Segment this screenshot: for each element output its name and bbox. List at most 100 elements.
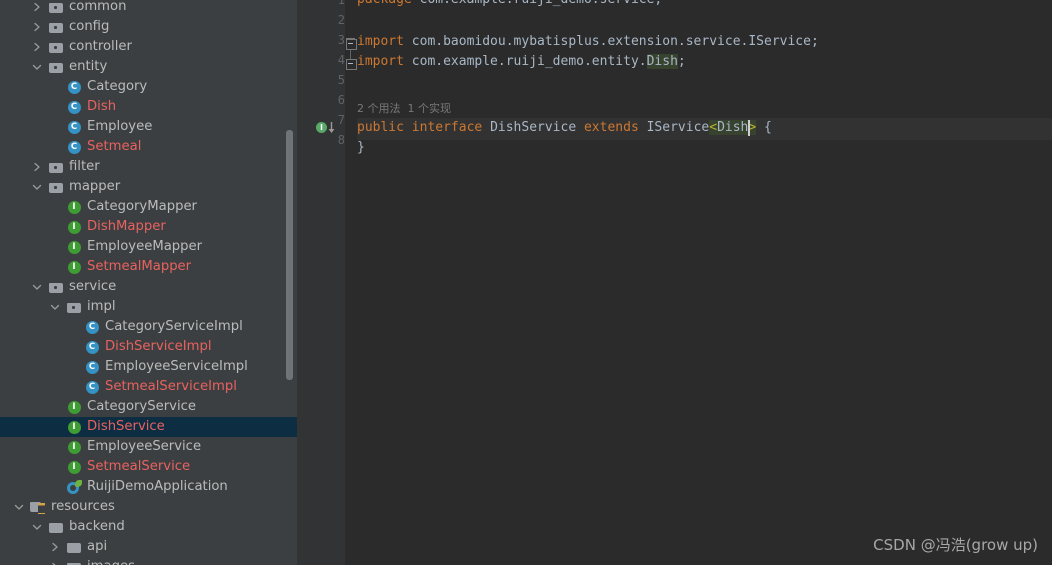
fold-collapse-icon-line4[interactable] (346, 59, 357, 70)
folder-icon (49, 522, 63, 533)
resource-root-folder-icon-wrap (30, 497, 46, 517)
tree-item-entity[interactable]: entity (0, 57, 297, 77)
tree-item-dishserviceimpl[interactable]: C DishServiceImpl (0, 337, 297, 357)
csdn-watermark: CSDN @冯浩(grow up) (873, 536, 1038, 554)
tree-item-setmealservice[interactable]: I SetmealService (0, 457, 297, 477)
fold-collapse-icon-line3[interactable] (346, 39, 357, 50)
tree-item-label: service (69, 279, 117, 294)
tree-item-filter[interactable]: filter (0, 157, 297, 177)
tree-item-dish[interactable]: C Dish (0, 97, 297, 117)
chevron-right-icon[interactable] (48, 537, 61, 557)
tree-item-label: Setmeal (87, 139, 142, 154)
tree-item-backend[interactable]: backend (0, 517, 297, 537)
tree-item-service[interactable]: service (0, 277, 297, 297)
java-interface-icon-wrap: I (66, 257, 82, 277)
tree-item-common[interactable]: common (0, 0, 297, 17)
tree-item-category[interactable]: C Category (0, 77, 297, 97)
tree-item-categorymapper[interactable]: I CategoryMapper (0, 197, 297, 217)
package-folder-icon (49, 22, 63, 33)
inlay-hint-usages[interactable]: 2 个用法 1 个实现 (357, 99, 451, 119)
editor-gutter[interactable]: 12345678 I (297, 0, 345, 565)
code-keyword-package: package (357, 0, 412, 7)
code-text-area[interactable]: package com.example.ruiji_demo.service; … (357, 0, 1052, 565)
tree-item-label: config (69, 19, 110, 34)
tree-item-label: RuijiDemoApplication (87, 479, 228, 494)
code-generic-open: < (709, 120, 718, 135)
line-number: 6 (337, 93, 345, 107)
tree-item-images[interactable]: images (0, 557, 297, 565)
chevron-down-icon[interactable] (48, 297, 61, 317)
tree-item-controller[interactable]: controller (0, 37, 297, 57)
chevron-down-icon[interactable] (12, 497, 25, 517)
java-class-icon: C (85, 340, 99, 354)
folder-icon-wrap (66, 537, 82, 557)
package-folder-icon (49, 182, 63, 193)
package-folder-icon (49, 162, 63, 173)
java-interface-icon: I (67, 400, 81, 414)
chevron-right-icon[interactable] (30, 157, 43, 177)
tree-item-ruijidemoapplication[interactable]: RuijiDemoApplication (0, 477, 297, 497)
tree-item-label: impl (87, 299, 116, 314)
tree-item-employeeserviceimpl[interactable]: C EmployeeServiceImpl (0, 357, 297, 377)
code-type-iservice: IService (646, 120, 710, 135)
project-tree-scrollbar[interactable] (286, 130, 293, 380)
chevron-down-icon[interactable] (30, 277, 43, 297)
chevron-right-icon[interactable] (48, 557, 61, 565)
implemented-interface-marker[interactable]: I (316, 118, 338, 138)
code-type-dishservice: DishService (490, 120, 577, 135)
tree-item-setmealmapper[interactable]: I SetmealMapper (0, 257, 297, 277)
chevron-down-icon[interactable] (30, 517, 43, 537)
code-line-3: import com.baomidou.mybatisplus.extensio… (357, 32, 819, 52)
code-line-3-rest: com.baomidou.mybatisplus.extension.servi… (403, 34, 819, 49)
chevron-down-icon[interactable] (30, 177, 43, 197)
java-interface-icon: I (67, 220, 81, 234)
tree-item-label: CategoryService (87, 399, 196, 414)
tree-item-label: DishMapper (87, 219, 166, 234)
package-folder-icon-wrap (48, 0, 64, 17)
tree-item-categoryservice[interactable]: I CategoryService (0, 397, 297, 417)
tree-item-label: SetmealService (87, 459, 191, 474)
tree-item-employee[interactable]: C Employee (0, 117, 297, 137)
tree-item-label: backend (69, 519, 125, 534)
chevron-right-icon[interactable] (30, 17, 43, 37)
tree-item-label: Employee (87, 119, 153, 134)
java-class-icon-wrap: C (66, 137, 82, 157)
java-class-icon-wrap: C (84, 357, 100, 377)
package-folder-icon (49, 62, 63, 73)
tree-item-employeemapper[interactable]: I EmployeeMapper (0, 237, 297, 257)
tree-item-setmeal[interactable]: C Setmeal (0, 137, 297, 157)
tree-item-config[interactable]: config (0, 17, 297, 37)
java-class-icon-wrap: C (84, 317, 100, 337)
interface-badge-icon: I (316, 122, 327, 133)
code-folding-column[interactable] (345, 0, 357, 565)
folder-icon (67, 542, 81, 553)
code-line-4: import com.example.ruiji_demo.entity.Dis… (357, 52, 686, 72)
tree-item-mapper[interactable]: mapper (0, 177, 297, 197)
java-interface-icon: I (67, 260, 81, 274)
chevron-right-icon[interactable] (30, 37, 43, 57)
package-folder-icon-wrap (48, 177, 64, 197)
code-editor[interactable]: 12345678 I package com.example.ruiji_dem… (297, 0, 1052, 565)
java-class-icon: C (67, 120, 81, 134)
tree-item-dishservice[interactable]: I DishService (0, 417, 297, 437)
tree-item-dishmapper[interactable]: I DishMapper (0, 217, 297, 237)
tree-item-label: Category (87, 79, 148, 94)
code-line-1-rest: com.example.ruiji_demo.service; (412, 0, 663, 7)
tree-item-impl[interactable]: impl (0, 297, 297, 317)
tree-item-employeeservice[interactable]: I EmployeeService (0, 437, 297, 457)
java-class-icon: C (85, 320, 99, 334)
tree-item-resources[interactable]: resources (0, 497, 297, 517)
chevron-down-icon[interactable] (30, 57, 43, 77)
tree-item-label: images (87, 557, 135, 565)
tree-item-categoryserviceimpl[interactable]: C CategoryServiceImpl (0, 317, 297, 337)
java-interface-icon: I (67, 440, 81, 454)
tree-item-setmealserviceimpl[interactable]: C SetmealServiceImpl (0, 377, 297, 397)
code-line-4-semicolon: ; (677, 54, 686, 69)
tree-item-api[interactable]: api (0, 537, 297, 557)
tree-item-label: EmployeeService (87, 439, 202, 454)
java-interface-icon-wrap: I (66, 217, 82, 237)
project-tree-panel[interactable]: common config controller entity C Category C Di… (0, 0, 297, 565)
chevron-right-icon[interactable] (30, 0, 43, 17)
tree-item-label: EmployeeServiceImpl (105, 359, 248, 374)
java-interface-icon-wrap: I (66, 197, 82, 217)
